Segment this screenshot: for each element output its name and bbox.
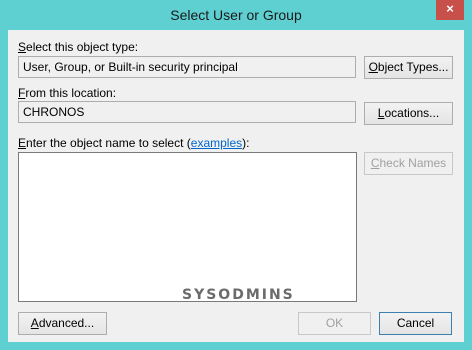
object-type-field: User, Group, or Built-in security princi… bbox=[18, 56, 356, 78]
advanced-button[interactable]: Advanced... bbox=[18, 312, 107, 335]
location-field: CHRONOS bbox=[18, 101, 356, 123]
ok-button[interactable]: OK bbox=[298, 312, 371, 335]
object-type-label: Select this object type: bbox=[18, 40, 139, 54]
object-types-button[interactable]: Object Types... bbox=[364, 56, 453, 79]
location-label: From this location: bbox=[18, 86, 117, 100]
cancel-button[interactable]: Cancel bbox=[379, 312, 452, 335]
object-name-input[interactable] bbox=[18, 152, 357, 302]
close-icon: × bbox=[446, 1, 454, 16]
window-title: Select User or Group bbox=[170, 7, 302, 23]
examples-link[interactable]: examples bbox=[191, 136, 242, 150]
locations-button[interactable]: Locations... bbox=[364, 102, 453, 125]
close-button[interactable]: × bbox=[436, 0, 464, 20]
watermark-logo: SYSODMINS bbox=[182, 287, 295, 303]
title-bar[interactable]: Select User or Group × bbox=[0, 0, 472, 30]
object-name-label: Enter the object name to select (example… bbox=[18, 136, 250, 150]
check-names-button[interactable]: Check Names bbox=[364, 152, 453, 175]
dialog-window: Select User or Group × Select this objec… bbox=[0, 0, 472, 350]
